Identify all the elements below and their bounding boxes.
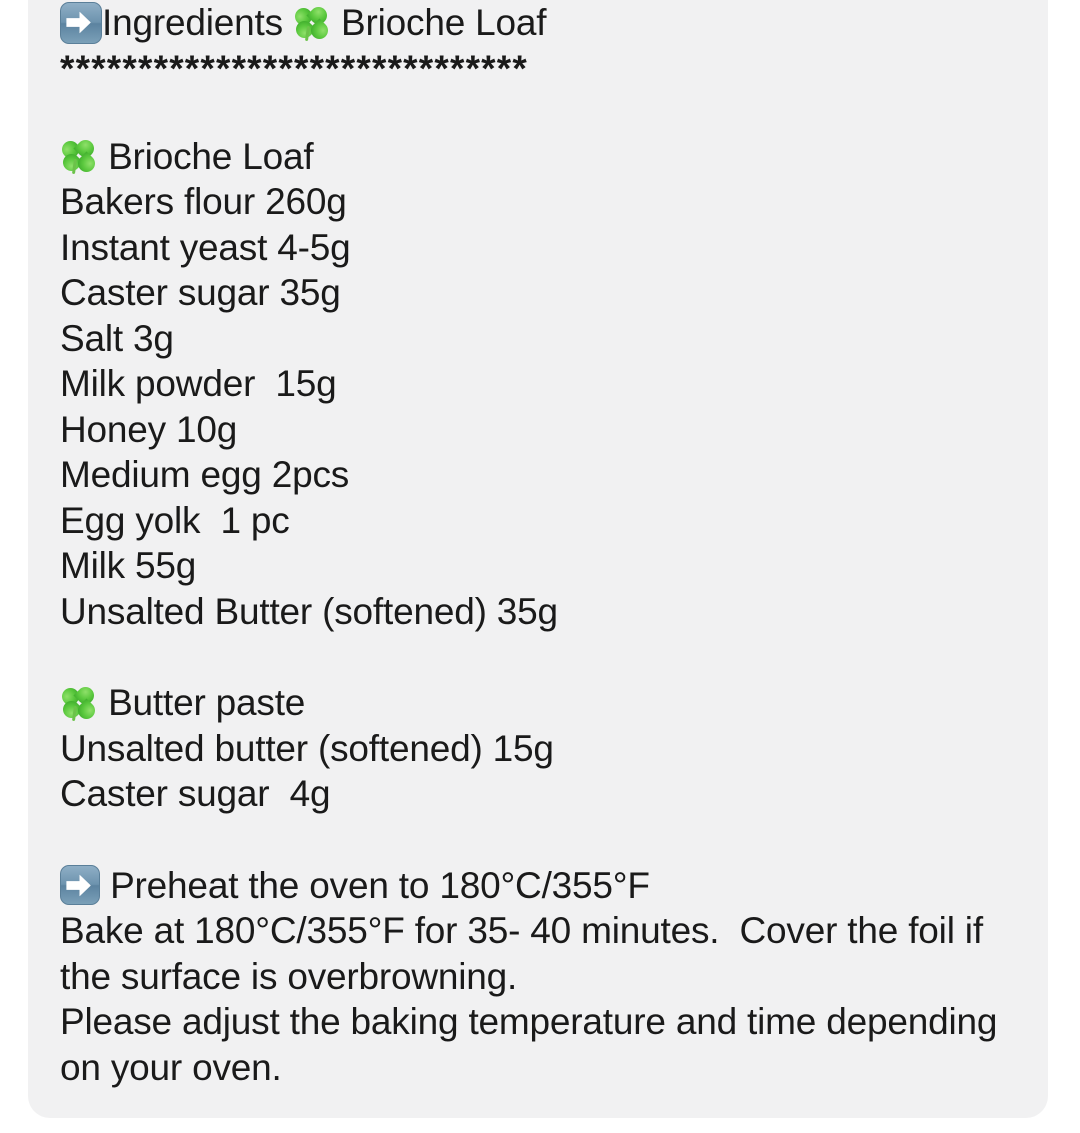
ingredient-item: Bakers flour 260g — [60, 181, 347, 222]
oven-note: Please adjust the baking temperature and… — [60, 1001, 1008, 1088]
ingredient-item: Unsalted Butter (softened) 35g — [60, 590, 558, 632]
asterisk-divider: ****************************** — [60, 47, 528, 89]
ingredient-item: Unsalted butter (softened) 15g — [60, 727, 554, 769]
ingredient-item: Instant yeast 4-5g — [60, 226, 351, 268]
four-leaf-clover-icon — [58, 683, 99, 723]
right-arrow-icon — [60, 865, 100, 906]
bake-instruction: Bake at 180°C/355°F for 35- 40 minutes. … — [60, 910, 993, 997]
ingredient-item: Egg yolk 1 pc — [60, 499, 290, 541]
ingredients-header-title: Ingredients — [102, 2, 293, 43]
ingredient-item: Honey 10g — [60, 408, 238, 450]
ingredient-item: Milk powder 15g — [60, 363, 337, 404]
preheat-text: Preheat the oven to 180°C/355°F — [100, 864, 650, 906]
section-title: Butter paste — [98, 682, 306, 723]
ingredient-item: Medium egg 2pcs — [60, 454, 350, 495]
preheat-instruction: Preheat the oven to 180°C/355°F — [60, 863, 1024, 909]
recipe-card: Ingredients Brioche Loaf ***************… — [28, 0, 1048, 1118]
four-leaf-clover-icon — [291, 3, 332, 43]
ingredient-item: Caster sugar 4g — [60, 773, 331, 814]
section-title: Brioche Loaf — [98, 135, 314, 177]
section-heading-butter-paste: Butter paste — [58, 680, 1024, 726]
section-heading-brioche-loaf: Brioche Loaf — [58, 134, 1024, 180]
ingredient-item: Salt 3g — [60, 317, 174, 359]
ingredients-header: Ingredients Brioche Loaf — [60, 0, 1024, 46]
right-arrow-icon — [60, 1, 102, 44]
ingredients-header-subtitle: Brioche Loaf — [330, 2, 547, 43]
four-leaf-clover-icon — [58, 136, 99, 176]
ingredient-item: Caster sugar 35g — [60, 272, 341, 313]
ingredient-item: Milk 55g — [60, 545, 197, 586]
